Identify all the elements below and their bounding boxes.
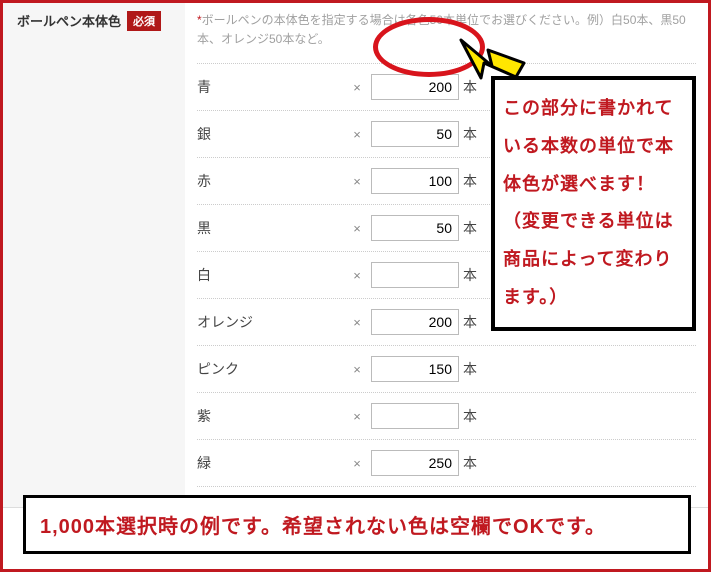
bottom-note-box: 1,000本選択時の例です。希望されない色は空欄でOKです。 (23, 495, 691, 554)
quantity-input[interactable] (371, 403, 459, 429)
unit-label: 本 (463, 359, 477, 379)
callout-box: この部分に書かれている本数の単位で本体色が選べます！（変更できる単位は商品によっ… (491, 76, 696, 331)
multiply-icon: × (347, 456, 367, 471)
unit-label: 本 (463, 312, 477, 332)
multiply-icon: × (347, 409, 367, 424)
unit-label: 本 (463, 406, 477, 426)
required-badge: 必須 (127, 11, 161, 31)
unit-label: 本 (463, 453, 477, 473)
unit-label: 本 (463, 265, 477, 285)
note-body: ボールペンの本体色を指定する場合は各色50本単位でお選びください。例）白50本、… (197, 13, 686, 46)
color-row: ピンク× 本 (197, 346, 696, 393)
quantity-input[interactable] (371, 121, 459, 147)
bottom-note-text: 1,000本選択時の例です。希望されない色は空欄でOKです。 (40, 516, 606, 538)
color-row: 紫× 本 (197, 393, 696, 440)
color-label: 赤 (197, 171, 347, 191)
multiply-icon: × (347, 174, 367, 189)
unit-label: 本 (463, 171, 477, 191)
callout-text: この部分に書かれている本数の単位で本体色が選べます！（変更できる単位は商品によっ… (503, 98, 674, 307)
color-label: 銀 (197, 124, 347, 144)
color-label: 緑 (197, 453, 347, 473)
color-row: 緑× 本 (197, 440, 696, 487)
unit-label: 本 (463, 218, 477, 238)
color-label: 白 (197, 265, 347, 285)
section-label-cell: ボールペン本体色 必須 (3, 3, 185, 507)
multiply-icon: × (347, 268, 367, 283)
unit-label: 本 (463, 124, 477, 144)
multiply-icon: × (347, 362, 367, 377)
quantity-input[interactable] (371, 356, 459, 382)
quantity-input[interactable] (371, 262, 459, 288)
quantity-input[interactable] (371, 450, 459, 476)
section-note: *ボールペンの本体色を指定する場合は各色50本単位でお選びください。例）白50本… (197, 11, 696, 49)
multiply-icon: × (347, 127, 367, 142)
multiply-icon: × (347, 221, 367, 236)
multiply-icon: × (347, 80, 367, 95)
color-label: 紫 (197, 406, 347, 426)
quantity-input[interactable] (371, 74, 459, 100)
unit-label: 本 (463, 77, 477, 97)
color-label: 黒 (197, 218, 347, 238)
quantity-input[interactable] (371, 309, 459, 335)
color-label: オレンジ (197, 312, 347, 332)
quantity-input[interactable] (371, 215, 459, 241)
outer-frame: ボールペン本体色 必須 *ボールペンの本体色を指定する場合は各色50本単位でお選… (0, 0, 711, 572)
quantity-input[interactable] (371, 168, 459, 194)
color-label: 青 (197, 77, 347, 97)
color-label: ピンク (197, 359, 347, 379)
section-title: ボールペン本体色 (17, 11, 121, 30)
multiply-icon: × (347, 315, 367, 330)
